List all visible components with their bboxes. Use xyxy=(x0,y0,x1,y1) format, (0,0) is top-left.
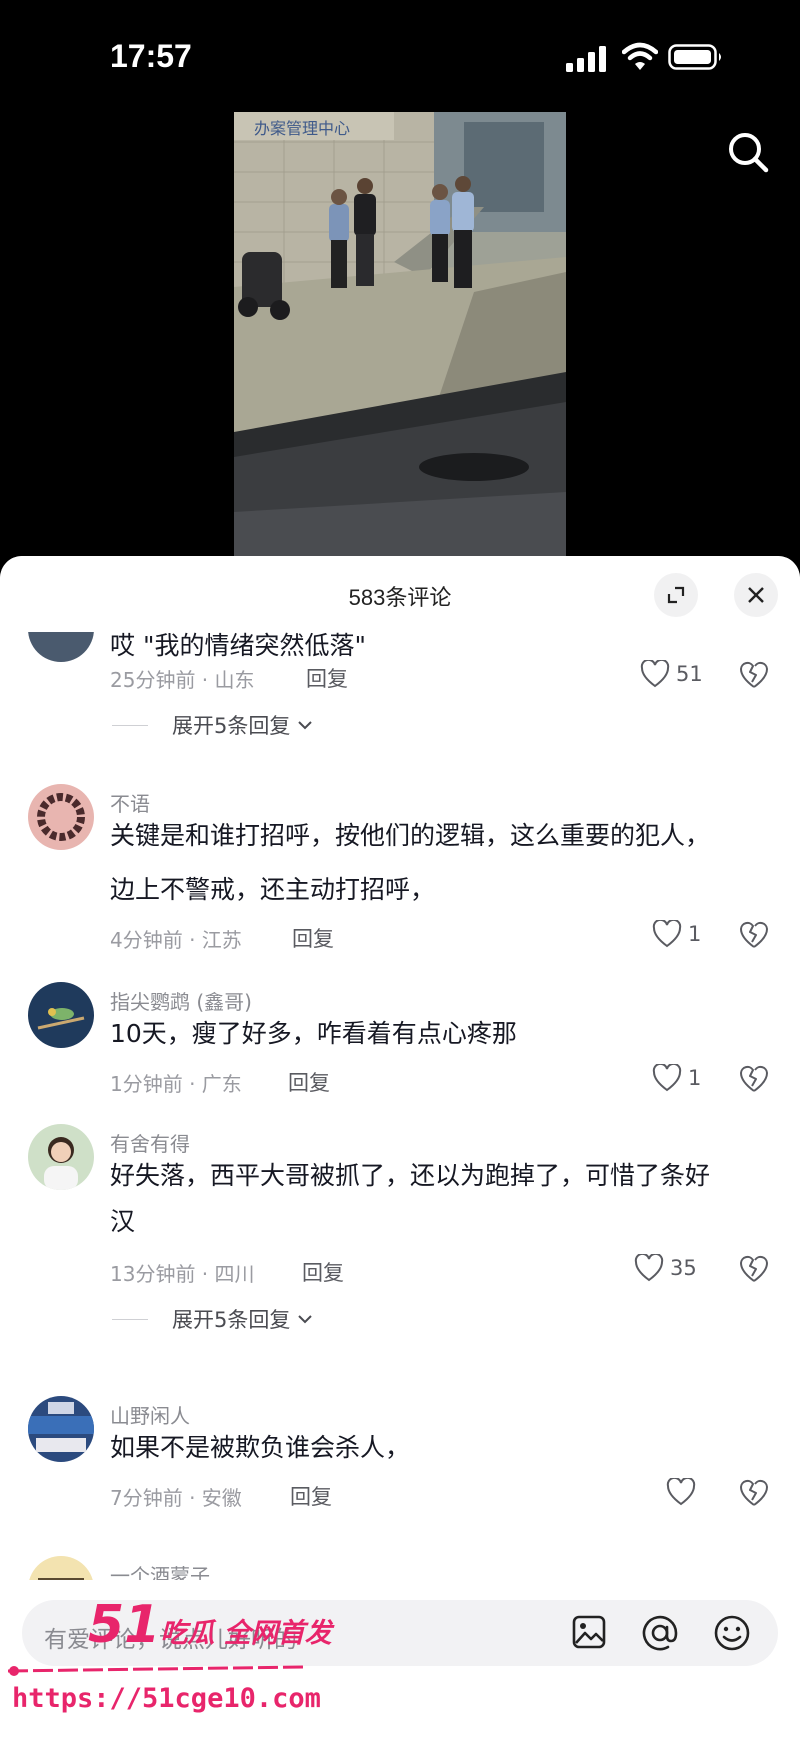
like-count: 1 xyxy=(688,922,702,946)
heart-icon xyxy=(652,1064,682,1092)
search-icon[interactable] xyxy=(724,128,774,178)
watermark-url: https://51cge10.com xyxy=(12,1683,321,1714)
close-button[interactable] xyxy=(734,573,778,617)
expand-replies-label: 展开5条回复 xyxy=(172,1308,291,1332)
reply-button[interactable]: 回复 xyxy=(306,663,348,693)
cellular-signal-icon xyxy=(566,46,606,72)
comment-username[interactable]: 有舍有得 xyxy=(110,1128,190,1157)
avatar[interactable] xyxy=(28,784,94,850)
like-count: 35 xyxy=(670,1256,697,1280)
comment-text: 如果不是被欺负谁会杀人， xyxy=(110,1433,411,1462)
status-time: 17:57 xyxy=(110,38,192,74)
watermark-logo: 51吃瓜 全网首发 xyxy=(88,1595,332,1655)
avatar[interactable] xyxy=(28,1396,94,1462)
like-button[interactable]: 1 xyxy=(652,920,701,948)
comment-username[interactable]: 指尖鹦鹉 (鑫哥) xyxy=(110,986,252,1015)
broken-heart-icon[interactable] xyxy=(738,1064,770,1094)
comment-time-location: 7分钟前 · 安徽 xyxy=(110,1486,242,1510)
video-player[interactable]: 办案管理中心 xyxy=(0,110,800,560)
comment-text: 好失落，西平大哥被抓了，还以为跑掉了，可惜了条好 xyxy=(110,1161,711,1190)
watermark-logo-text: 吃瓜 全网首发 xyxy=(160,1618,332,1649)
svg-text:办案管理中心: 办案管理中心 xyxy=(254,119,350,138)
broken-heart-icon[interactable] xyxy=(738,1478,770,1508)
heart-icon xyxy=(640,660,670,688)
reply-button[interactable]: 回复 xyxy=(302,1257,344,1287)
reply-button[interactable]: 回复 xyxy=(292,923,334,953)
video-frame[interactable]: 办案管理中心 xyxy=(234,112,566,558)
comment-text: 10天，瘦了好多，咋看着有点心疼那 xyxy=(110,1019,517,1048)
expand-icon xyxy=(667,586,685,604)
expand-replies-button[interactable]: 展开5条回复 xyxy=(112,1304,314,1334)
like-button[interactable]: 51 xyxy=(640,660,703,688)
comment-username[interactable]: 不语 xyxy=(110,788,150,817)
chevron-down-icon xyxy=(298,1315,313,1324)
comment-list[interactable]: 哎 "我的情绪突然低落" 25分钟前 · 山东 回复 51 展开5条回复 不语 … xyxy=(0,556,800,1739)
watermark-swoosh xyxy=(7,1665,305,1676)
like-button[interactable]: 35 xyxy=(634,1254,697,1282)
comment-time-location: 25分钟前 · 山东 xyxy=(110,668,255,692)
heart-icon xyxy=(666,1478,696,1506)
heart-icon xyxy=(634,1254,664,1282)
avatar[interactable] xyxy=(28,982,94,1048)
expand-panel-button[interactable] xyxy=(654,573,698,617)
comment-text: 关键是和谁打招呼，按他们的逻辑，这么重要的犯人， xyxy=(110,821,711,850)
image-icon[interactable] xyxy=(570,1613,608,1651)
expand-replies-button[interactable]: 展开5条回复 xyxy=(112,710,314,740)
status-bar: 17:57 xyxy=(0,0,800,110)
divider xyxy=(112,724,148,726)
like-count: 1 xyxy=(688,1066,702,1090)
comment-time-location: 1分钟前 · 广东 xyxy=(110,1072,242,1096)
avatar[interactable] xyxy=(28,1124,94,1190)
battery-icon xyxy=(668,44,721,70)
comment-time-location: 4分钟前 · 江苏 xyxy=(110,928,242,952)
reply-button[interactable]: 回复 xyxy=(288,1067,330,1097)
emoji-icon[interactable] xyxy=(712,1613,752,1653)
comment-text: 汉 xyxy=(110,1207,136,1236)
broken-heart-icon[interactable] xyxy=(738,920,770,950)
close-icon xyxy=(748,587,764,603)
like-button[interactable]: 1 xyxy=(652,1064,701,1092)
chevron-down-icon xyxy=(298,721,313,730)
divider xyxy=(112,1318,148,1320)
heart-icon xyxy=(652,920,682,948)
watermark-logo-number: 51 xyxy=(88,1595,161,1655)
comments-header: 583条评论 xyxy=(0,556,800,632)
at-icon[interactable] xyxy=(640,1613,680,1653)
watermark: 51吃瓜 全网首发 https://51cge10.com xyxy=(0,1595,340,1735)
like-button[interactable] xyxy=(666,1478,696,1506)
wifi-icon xyxy=(622,42,658,70)
comment-text: 边上不警戒，还主动打招呼， xyxy=(110,875,436,904)
expand-replies-label: 展开5条回复 xyxy=(172,714,291,738)
broken-heart-icon[interactable] xyxy=(738,660,770,690)
like-count: 51 xyxy=(676,662,703,686)
comments-panel: 哎 "我的情绪突然低落" 25分钟前 · 山东 回复 51 展开5条回复 不语 … xyxy=(0,556,800,1739)
comment-username[interactable]: 山野闲人 xyxy=(110,1400,190,1429)
comment-time-location: 13分钟前 · 四川 xyxy=(110,1262,255,1286)
broken-heart-icon[interactable] xyxy=(738,1254,770,1284)
reply-button[interactable]: 回复 xyxy=(290,1481,332,1511)
